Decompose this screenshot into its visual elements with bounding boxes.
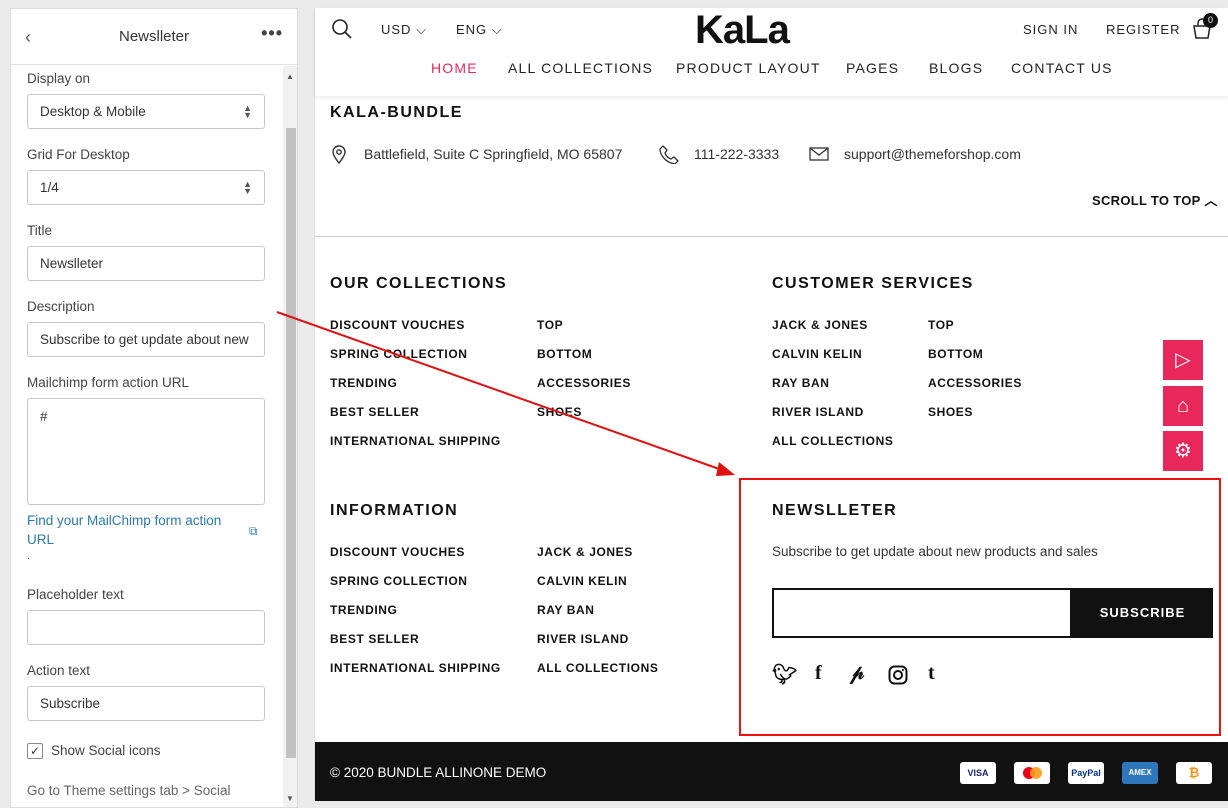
annotation-arrow [276, 311, 735, 476]
